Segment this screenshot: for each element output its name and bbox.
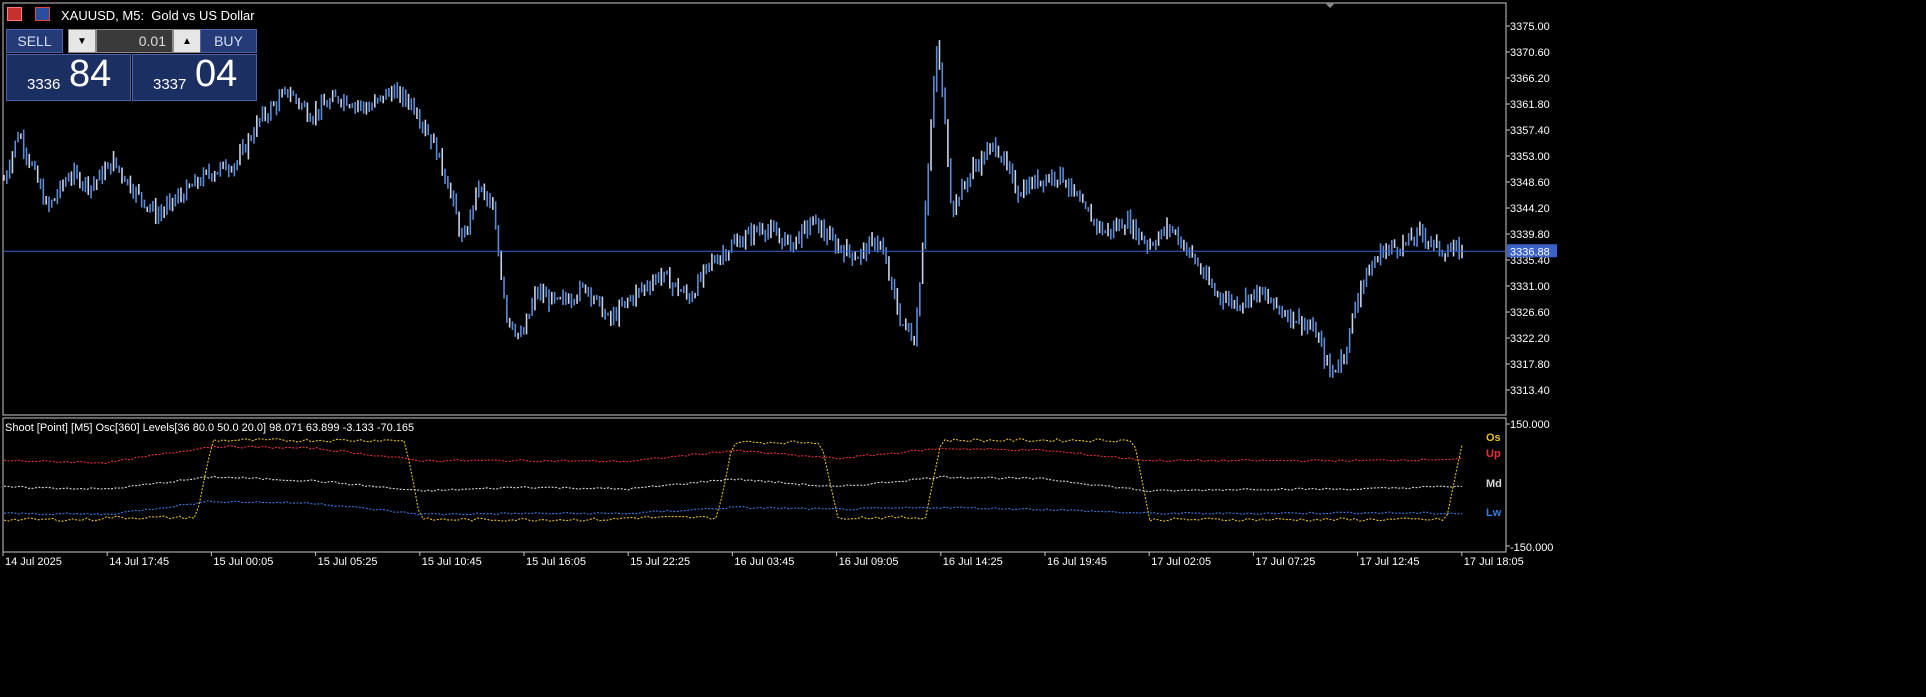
legend-os: Os	[1486, 432, 1501, 444]
time-axis-label: 15 Jul 10:45	[422, 556, 482, 568]
time-axis-label: 16 Jul 03:45	[734, 556, 794, 568]
time-axis-label: 14 Jul 2025	[5, 556, 62, 568]
price-axis-label: 3357.40	[1510, 125, 1550, 137]
chart-title: XAUUSD, M5: Gold vs US Dollar	[61, 8, 255, 23]
sell-price-main: 3336	[27, 76, 61, 93]
time-axis-label: 14 Jul 17:45	[109, 556, 169, 568]
buy-price-main: 3337	[153, 76, 187, 93]
time-axis-label: 17 Jul 18:05	[1464, 556, 1524, 568]
chart-properties-icon[interactable]	[35, 7, 50, 21]
price-axis-label: 3344.20	[1510, 203, 1550, 215]
legend-md: Md	[1486, 478, 1502, 490]
price-axis-label: 3366.20	[1510, 73, 1550, 85]
price-axis-label: 3348.60	[1510, 177, 1550, 189]
chart-canvas[interactable]: 3375.00 3370.60 3366.20 3361.80 3357.40 3353.…	[0, 0, 1926, 697]
time-axis-label: 15 Jul 00:05	[213, 556, 273, 568]
indicator-axis-bottom: -150.000	[1510, 542, 1553, 554]
time-axis-label: 15 Jul 16:05	[526, 556, 586, 568]
shift-marker-icon[interactable]	[1325, 3, 1335, 8]
buy-price-box[interactable]: 3337 04	[132, 53, 257, 101]
indicator-axis-top: 150.000	[1510, 419, 1550, 431]
time-axis-label: 16 Jul 14:25	[943, 556, 1003, 568]
price-axis-label: 3375.00	[1510, 21, 1550, 33]
time-axis-label: 16 Jul 09:05	[839, 556, 899, 568]
trade-menu-icon[interactable]	[7, 7, 22, 21]
price-axis-label: 3339.80	[1510, 229, 1550, 241]
indicator-caption: Shoot [Point] [M5] Osc[360] Levels[36 80…	[5, 422, 414, 434]
price-axis-label: 3322.20	[1510, 333, 1550, 345]
buy-button[interactable]: BUY	[200, 29, 257, 53]
time-axis-label: 17 Jul 02:05	[1151, 556, 1211, 568]
time-axis-label: 15 Jul 05:25	[318, 556, 378, 568]
sell-button[interactable]: SELL	[6, 29, 63, 53]
one-click-trade-panel: SELL ▼ 0.01 ▲ BUY 3336 84 3337 04	[6, 29, 257, 102]
lot-size-input[interactable]: 0.01	[96, 29, 173, 53]
price-axis-label: 3317.80	[1510, 359, 1550, 371]
time-axis-label: 17 Jul 07:25	[1255, 556, 1315, 568]
lot-decrease-button[interactable]: ▼	[68, 29, 96, 53]
indicator-line-lw	[3, 500, 1463, 516]
price-axis-label: 3313.40	[1510, 385, 1550, 397]
indicator-line-md	[3, 475, 1463, 493]
lot-increase-button[interactable]: ▲	[173, 29, 201, 53]
price-axis-label: 3326.60	[1510, 307, 1550, 319]
time-axis-label: 15 Jul 22:25	[630, 556, 690, 568]
price-axis-label: 3353.00	[1510, 151, 1550, 163]
buy-price-pips: 04	[195, 53, 238, 95]
legend-lw: Lw	[1486, 507, 1502, 519]
price-axis-label: 3370.60	[1510, 47, 1550, 59]
price-axis-label: 3361.80	[1510, 99, 1550, 111]
time-axis-label: 17 Jul 12:45	[1360, 556, 1420, 568]
legend-up: Up	[1486, 448, 1501, 460]
sell-price-pips: 84	[69, 53, 112, 95]
price-axis-label: 3331.00	[1510, 281, 1550, 293]
chart-window: 3375.00 3370.60 3366.20 3361.80 3357.40 3353.…	[0, 0, 1926, 697]
indicator-frame	[2, 417, 1507, 553]
time-axis-label: 16 Jul 19:45	[1047, 556, 1107, 568]
sell-price-box[interactable]: 3336 84	[6, 53, 131, 101]
current-price-tag: 3336.88	[1510, 246, 1550, 258]
